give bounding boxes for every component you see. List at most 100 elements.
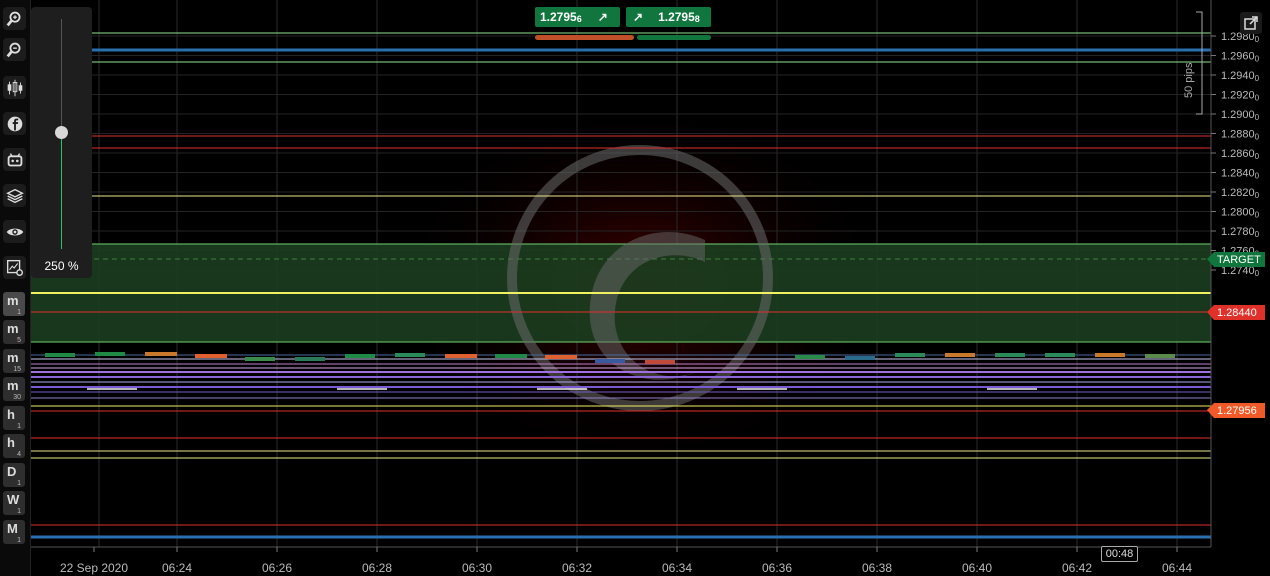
price-segment: [845, 356, 875, 360]
timeframe-label: m: [7, 350, 19, 365]
timeframe-label: h: [7, 435, 15, 450]
y-axis-tick-label: 1.28200: [1221, 187, 1260, 200]
timeframe-multiplier: 5: [17, 337, 21, 344]
robot-button[interactable]: [3, 148, 26, 171]
x-axis-tick-label: 06:44: [1162, 561, 1192, 575]
candlestick-icon: [7, 79, 22, 96]
y-tick-sub: 0: [1255, 113, 1260, 122]
x-axis-tick-label: 06:30: [462, 561, 492, 575]
price-segment: [195, 354, 227, 358]
arrow-up-right-icon: ↗: [633, 10, 644, 24]
timeframe-button-m30[interactable]: m 30: [3, 377, 25, 401]
price-segment: [1145, 354, 1175, 358]
y-axis-tick-label: 1.28600: [1221, 148, 1260, 161]
price-segment: [145, 352, 177, 356]
timeframe-button-M1[interactable]: M1: [3, 520, 25, 544]
zoom-out-icon: [6, 42, 20, 57]
y-tick-main: 1.2800: [1221, 207, 1255, 219]
buy-price: 1.2795: [658, 10, 695, 24]
y-tick-sub: 0: [1255, 211, 1260, 220]
timeframe-button-W1[interactable]: W1: [3, 491, 25, 515]
price-segment: [645, 360, 675, 364]
sell-price-button[interactable]: 1.2795 6 ↗: [535, 7, 620, 27]
y-axis-tick-label: 1.29400: [1221, 70, 1260, 83]
timeframe-multiplier: 1: [17, 508, 21, 515]
y-tick-sub: 0: [1255, 74, 1260, 83]
chart-settings-button[interactable]: [3, 256, 26, 279]
time-remaining-badge: 00:48: [1101, 546, 1138, 562]
zoom-level-label: 250 %: [44, 259, 79, 273]
y-tick-main: 1.2880: [1221, 129, 1255, 141]
pips-scale-label: 50 pips: [1183, 62, 1195, 98]
timeframe-multiplier: 1: [17, 309, 21, 316]
timeframe-label: m: [7, 321, 19, 336]
price-segment: [1095, 353, 1125, 357]
price-segment: [895, 353, 925, 357]
price-segment: [445, 354, 477, 358]
pips-scale-text: 50 pips: [1183, 62, 1195, 98]
price-segment: [495, 354, 527, 358]
y-tick-sub: 0: [1255, 269, 1260, 278]
buy-pip: 8: [694, 14, 700, 24]
x-axis-tick-label: 06:28: [362, 561, 392, 575]
eye-button[interactable]: [3, 220, 26, 243]
chart-toolbar: m 1 m 5 m 15 m 30 h 1 h 4 D 1 W 1 M 1: [0, 0, 31, 576]
price-segment: [295, 357, 325, 361]
y-tick-main: 1.2840: [1221, 168, 1255, 180]
candlestick-button[interactable]: [3, 76, 26, 99]
sell-price: 1.2795: [540, 10, 577, 24]
y-axis-tick-label: 1.29000: [1221, 109, 1260, 122]
timeframe-button-m15[interactable]: m 15: [3, 349, 25, 373]
price-segment: [945, 353, 975, 357]
timeframe-button-h4[interactable]: h4: [3, 434, 25, 458]
timeframe-multiplier: 15: [13, 366, 21, 373]
price-segment: [595, 359, 625, 363]
y-tick-main: 1.2780: [1221, 226, 1255, 238]
y-tick-main: 1.2960: [1221, 51, 1255, 63]
price-segment: [345, 354, 375, 358]
layers-button[interactable]: [3, 184, 26, 207]
x-axis-tick-label: 06:42: [1062, 561, 1092, 575]
price-segment: [795, 355, 825, 359]
y-axis-tick-label: 1.28400: [1221, 168, 1260, 181]
buy-price-button[interactable]: ↗ 1.2795 8: [626, 7, 711, 27]
timeframe-multiplier: 1: [17, 423, 21, 430]
timeframe-multiplier: 1: [17, 480, 21, 487]
y-tick-sub: 0: [1255, 133, 1260, 142]
eye-icon: [6, 228, 23, 235]
zoom-in-button[interactable]: [3, 7, 26, 30]
x-axis-tick-label: 06:26: [262, 561, 292, 575]
y-tick-main: 1.2940: [1221, 70, 1255, 82]
y-tick-sub: 0: [1255, 35, 1260, 44]
sell-pip: 6: [576, 14, 582, 24]
arrow-up-right-icon: ↗: [597, 10, 608, 24]
y-axis-tick-label: 1.29600: [1221, 51, 1260, 64]
zoom-slider-knob[interactable]: [55, 126, 68, 139]
y-tick-sub: 0: [1255, 94, 1260, 103]
price-segment: [1045, 353, 1075, 357]
y-axis-tick-label: 1.29200: [1221, 90, 1260, 103]
timeframe-button-m1[interactable]: m1: [3, 292, 25, 316]
timeframe-button-m5[interactable]: m5: [3, 320, 25, 344]
y-tick-sub: 0: [1255, 191, 1260, 200]
zoom-out-button[interactable]: [3, 38, 26, 61]
timeframe-label: h: [7, 407, 15, 422]
price-segment: [545, 355, 577, 359]
y-tick-main: 1.2920: [1221, 90, 1255, 102]
x-axis-tick-label: 22 Sep 2020: [60, 561, 128, 575]
facebook-button[interactable]: [3, 112, 26, 135]
layers-icon: [5, 188, 24, 203]
y-tick-sub: 0: [1255, 230, 1260, 239]
y-tick-sub: 0: [1255, 172, 1260, 181]
price-segment: [95, 352, 125, 356]
robot-icon: [7, 152, 22, 166]
timeframe-multiplier: 4: [17, 451, 21, 458]
timeframe-button-D1[interactable]: D1: [3, 463, 25, 487]
chart-settings-icon: [6, 259, 23, 276]
timeframe-button-h1[interactable]: h1: [3, 406, 25, 430]
x-axis-tick-label: 06:32: [562, 561, 592, 575]
expand-button[interactable]: [1240, 12, 1262, 34]
y-axis-tick-label: 1.28800: [1221, 129, 1260, 142]
expand-icon: [1244, 16, 1258, 30]
price-chart[interactable]: 1.298001.296001.294001.292001.290001.288…: [0, 0, 1270, 576]
